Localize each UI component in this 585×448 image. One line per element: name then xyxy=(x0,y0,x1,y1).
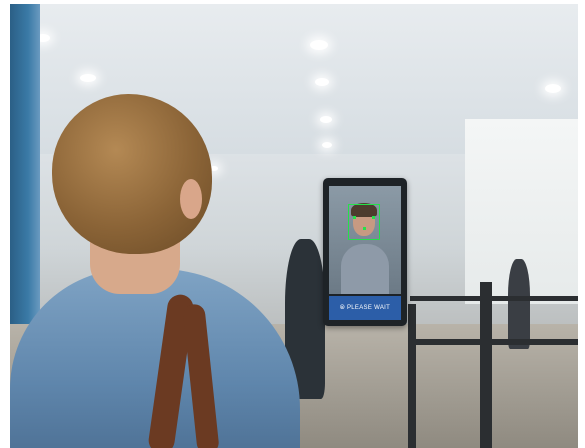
ceiling-light xyxy=(320,116,332,123)
ceiling-light xyxy=(322,142,332,148)
ceiling-light xyxy=(80,74,96,82)
face-detection-box xyxy=(348,204,380,240)
face-landmark xyxy=(353,216,356,219)
blue-wall xyxy=(10,4,40,334)
face-preview-body xyxy=(341,244,389,294)
queue-barrier xyxy=(410,296,578,301)
traveler-silhouette xyxy=(508,259,530,349)
face-landmark xyxy=(372,216,375,219)
barrier-post xyxy=(480,282,492,448)
kiosk-screen xyxy=(329,186,401,294)
traveler-ear xyxy=(180,179,202,219)
ceiling-light xyxy=(310,40,328,50)
barrier-post xyxy=(408,304,416,448)
face-landmark xyxy=(363,227,366,230)
ceiling-light xyxy=(315,78,329,86)
face-recognition-kiosk: ⦾ PLEASE WAIT xyxy=(323,178,407,326)
kiosk-status-banner: ⦾ PLEASE WAIT xyxy=(329,296,401,320)
queue-barrier xyxy=(410,339,578,345)
traveler-head xyxy=(52,94,212,254)
airport-photo: ⦾ PLEASE WAIT xyxy=(10,4,578,448)
ceiling-light xyxy=(545,84,561,93)
